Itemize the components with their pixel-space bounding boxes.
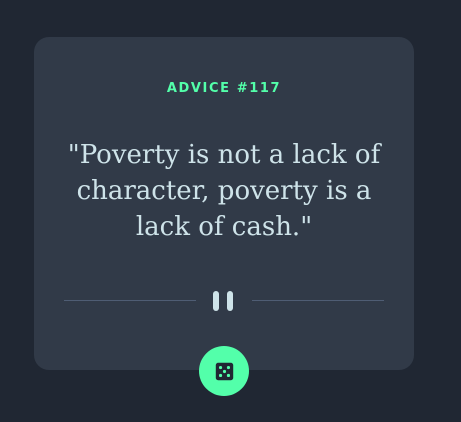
advice-number: ADVICE #117 — [166, 81, 282, 96]
dice-icon — [215, 362, 233, 380]
advice-card: ADVICE #117 "Poverty is not a lack of ch… — [34, 37, 414, 370]
pause-icon — [213, 291, 235, 311]
divider — [64, 289, 384, 313]
page: ADVICE #117 "Poverty is not a lack of ch… — [0, 0, 461, 422]
divider-line-right — [252, 300, 384, 301]
new-advice-button[interactable] — [199, 346, 249, 396]
advice-quote: "Poverty is not a lack of character, pov… — [67, 140, 381, 242]
divider-line-left — [64, 300, 196, 301]
